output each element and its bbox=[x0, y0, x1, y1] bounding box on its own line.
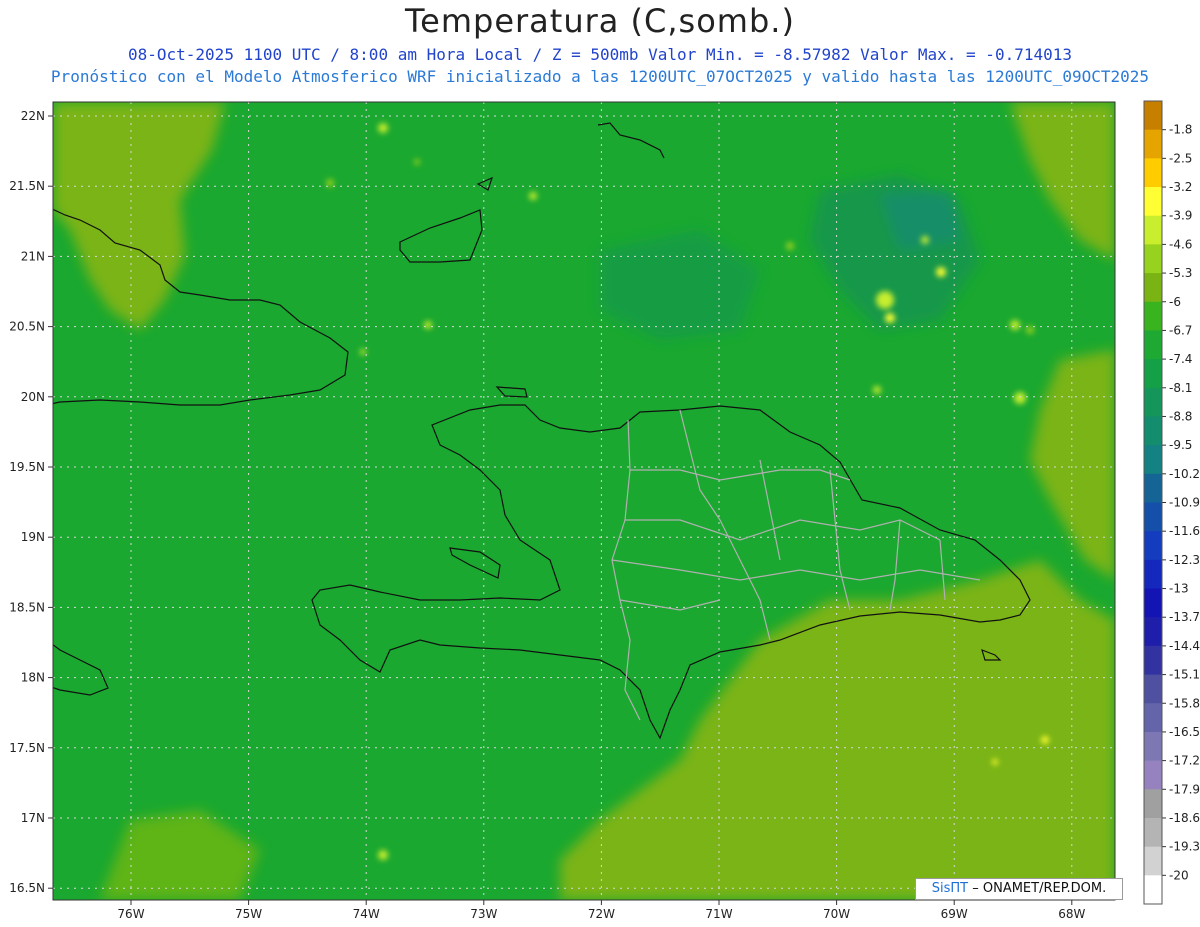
colorbar-swatch bbox=[1144, 273, 1162, 303]
colorbar-label: -20 bbox=[1169, 868, 1189, 882]
colorbar-label: -12.3 bbox=[1169, 553, 1200, 567]
colorbar-label: -5.3 bbox=[1169, 266, 1192, 280]
colorbar-swatch bbox=[1144, 875, 1162, 905]
colorbar-label: -6.7 bbox=[1169, 323, 1192, 337]
colorbar-swatch bbox=[1144, 129, 1162, 159]
colorbar-label: -15.8 bbox=[1169, 696, 1200, 710]
colorbar-swatch bbox=[1144, 817, 1162, 848]
lat-label: 21.5N bbox=[9, 179, 45, 193]
colorbar-swatch bbox=[1144, 158, 1162, 188]
colorbar-label: -8.1 bbox=[1169, 381, 1192, 395]
colorbar-label: -3.2 bbox=[1169, 180, 1192, 194]
colorbar-label: -19.3 bbox=[1169, 840, 1200, 854]
colorbar-swatch bbox=[1144, 674, 1162, 704]
colorbar-label: -6 bbox=[1169, 295, 1181, 309]
colorbar-label: -3.9 bbox=[1169, 209, 1192, 223]
colorbar-label: -10.2 bbox=[1169, 467, 1200, 481]
lat-label: 22N bbox=[21, 109, 45, 123]
lat-label: 18N bbox=[21, 671, 45, 685]
lon-label: 76W bbox=[117, 907, 144, 921]
colorbar-label: -4.6 bbox=[1169, 237, 1192, 251]
lat-label: 18.5N bbox=[9, 600, 45, 614]
colorbar-swatch bbox=[1144, 531, 1162, 561]
colorbar-swatch bbox=[1144, 473, 1162, 503]
lon-label: 69W bbox=[941, 907, 968, 921]
credit-box: SisПТ – ONAMET/REP.DOM. bbox=[915, 878, 1123, 900]
colorbar-label: -18.6 bbox=[1169, 811, 1200, 825]
colorbar-swatch bbox=[1144, 588, 1162, 618]
lon-label: 71W bbox=[705, 907, 732, 921]
colorbar-swatch bbox=[1144, 760, 1162, 790]
colorbar-swatch bbox=[1144, 703, 1162, 733]
colorbar-swatch bbox=[1144, 101, 1162, 131]
colorbar-swatch bbox=[1144, 215, 1162, 245]
colorbar-swatch bbox=[1144, 387, 1162, 417]
colorbar-label: -14.4 bbox=[1169, 639, 1200, 653]
colorbar-label: -17.9 bbox=[1169, 782, 1200, 796]
colorbar-swatch bbox=[1144, 645, 1162, 676]
colorbar-label: -13.7 bbox=[1169, 610, 1200, 624]
colorbar-label: -17.2 bbox=[1169, 754, 1200, 768]
lat-label: 17.5N bbox=[9, 741, 45, 755]
colorbar-label: -16.5 bbox=[1169, 725, 1200, 739]
colorbar-swatch bbox=[1144, 559, 1162, 590]
colorbar-label: -8.8 bbox=[1169, 409, 1192, 423]
colorbar-swatch bbox=[1144, 244, 1162, 274]
colorbar-swatch bbox=[1144, 301, 1162, 331]
colorbar-label: -10.9 bbox=[1169, 496, 1200, 510]
colorbar-label: -9.5 bbox=[1169, 438, 1192, 452]
colorbar-swatch bbox=[1144, 359, 1162, 389]
lat-label: 17N bbox=[21, 811, 45, 825]
colorbar-swatch bbox=[1144, 445, 1162, 475]
colorbar-swatch bbox=[1144, 617, 1162, 647]
colorbar-label: -13 bbox=[1169, 582, 1189, 596]
lon-label: 70W bbox=[823, 907, 850, 921]
colorbar-swatch bbox=[1144, 416, 1162, 446]
colorbar-swatch bbox=[1144, 789, 1162, 819]
lat-label: 21N bbox=[21, 249, 45, 263]
lon-label: 75W bbox=[235, 907, 262, 921]
colorbar-swatch bbox=[1144, 731, 1162, 762]
colorbar-swatch bbox=[1144, 187, 1162, 217]
temperature-field bbox=[53, 102, 1115, 900]
sispi-logo: SisПТ bbox=[931, 881, 969, 896]
colorbar-swatch bbox=[1144, 846, 1162, 876]
longitude-labels: 76W 75W 74W 73W 72W 71W 70W 69W 68W bbox=[117, 900, 1085, 921]
lat-label: 20.5N bbox=[9, 320, 45, 334]
lat-label: 19N bbox=[21, 530, 45, 544]
lat-label: 20N bbox=[21, 390, 45, 404]
colorbar-label: -2.5 bbox=[1169, 151, 1192, 165]
colorbar-swatch bbox=[1144, 330, 1162, 360]
lon-label: 74W bbox=[353, 907, 380, 921]
lon-label: 68W bbox=[1058, 907, 1085, 921]
latitude-labels: 22N 21.5N 21N 20.5N 20N 19.5N 19N 18.5N 18N 17.5N… bbox=[9, 109, 53, 895]
map-figure: 22N 21.5N 21N 20.5N 20N 19.5N 19N 18.5N 18N 17.5N… bbox=[9, 100, 1200, 921]
colorbar-label: -11.6 bbox=[1169, 524, 1200, 538]
lon-label: 73W bbox=[470, 907, 497, 921]
lon-label: 72W bbox=[588, 907, 615, 921]
colorbar: -1.8 -2.5 -3.2 -3.9 -4.6 -5.3 -6 -6.7 -7.4 -8.1 -8… bbox=[1143, 100, 1200, 905]
lat-label: 19.5N bbox=[9, 460, 45, 474]
lat-label: 16.5N bbox=[9, 881, 45, 895]
colorbar-label: -15.1 bbox=[1169, 668, 1200, 682]
colorbar-label: -1.8 bbox=[1169, 123, 1192, 137]
colorbar-swatch bbox=[1144, 502, 1162, 532]
credit-text: – ONAMET/REP.DOM. bbox=[972, 881, 1107, 896]
colorbar-label: -7.4 bbox=[1169, 352, 1192, 366]
